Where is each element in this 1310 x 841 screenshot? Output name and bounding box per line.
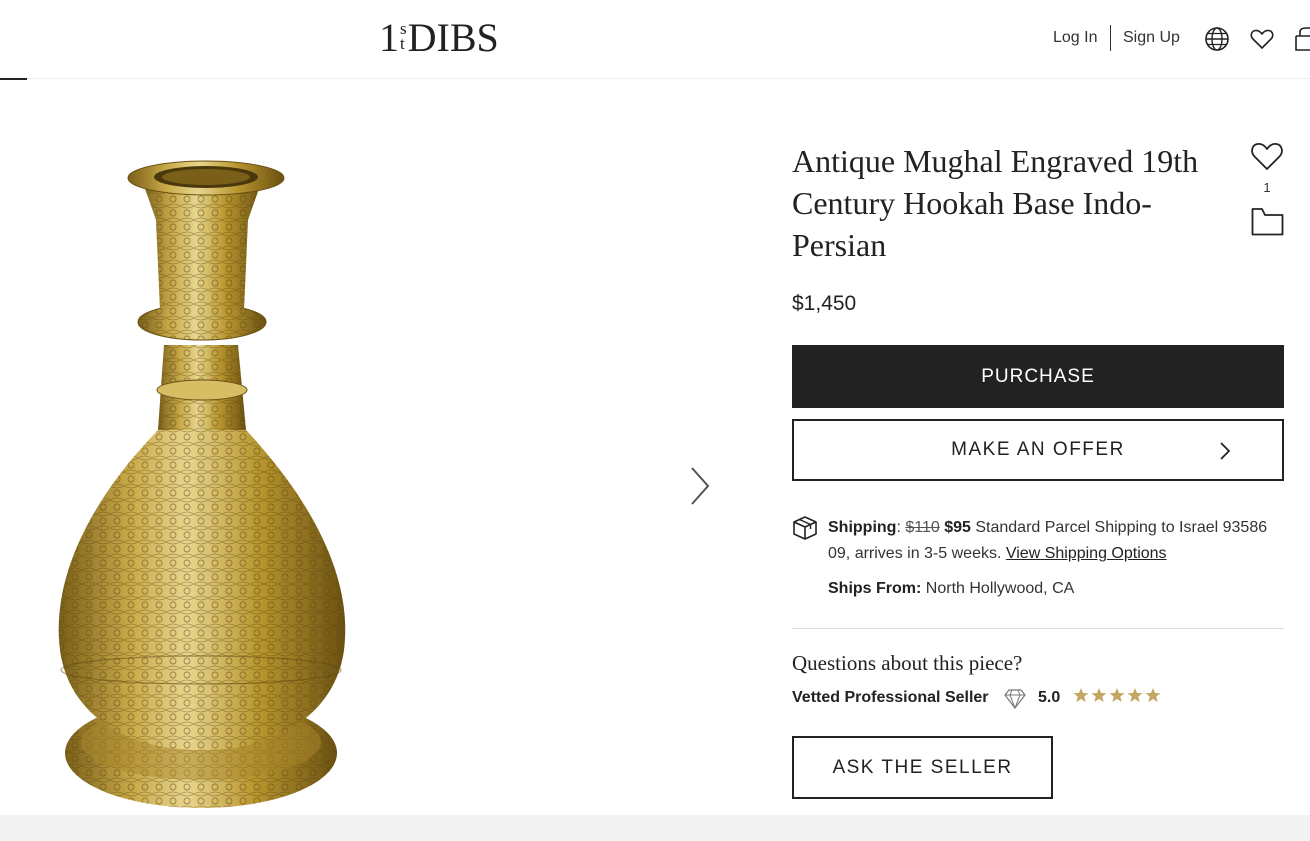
globe-icon[interactable] <box>1204 26 1230 52</box>
product-price: $1,450 <box>792 292 857 315</box>
shipping-new-price: $95 <box>944 519 971 536</box>
logo-prefix: 1 <box>379 15 399 60</box>
star-icon <box>1109 688 1125 702</box>
star-icon <box>1145 688 1161 702</box>
ask-seller-button[interactable]: ASK THE SELLER <box>792 736 1053 799</box>
questions-heading: Questions about this piece? <box>792 651 1023 675</box>
ships-from-value: North Hollywood, CA <box>925 580 1075 597</box>
heart-icon[interactable] <box>1249 26 1275 52</box>
bottom-bar <box>0 815 1310 841</box>
logo-superscript: s t <box>400 19 407 53</box>
view-shipping-options-link[interactable]: View Shipping Options <box>1006 545 1167 562</box>
diamond-icon <box>1004 689 1026 710</box>
shipping-colon: : <box>896 519 901 536</box>
site-header: 1 s t DIBS Log In Sign Up <box>0 0 1310 80</box>
shipping-label: Shipping <box>828 519 897 536</box>
section-divider <box>792 628 1284 629</box>
signup-link[interactable]: Sign Up <box>1123 29 1180 47</box>
next-image-arrow[interactable] <box>686 466 712 506</box>
make-offer-button[interactable]: MAKE AN OFFER <box>792 419 1284 481</box>
ships-from-label: Ships From: <box>828 580 922 597</box>
bag-icon[interactable] <box>1294 26 1310 52</box>
star-icon <box>1127 688 1143 702</box>
product-title: Antique Mughal Engraved 19th Century Hoo… <box>792 143 1199 263</box>
chevron-right-icon <box>1220 442 1231 460</box>
favorite-count: 1 <box>1263 180 1271 195</box>
folder-icon[interactable] <box>1251 207 1284 236</box>
shipping-old-price: $110 <box>905 519 940 536</box>
nav-divider <box>1110 25 1111 51</box>
product-image[interactable] <box>40 150 370 812</box>
shipping-box-icon <box>793 516 817 540</box>
star-icon <box>1073 688 1089 702</box>
login-link[interactable]: Log In <box>1053 29 1097 47</box>
vetted-seller-label: Vetted Professional Seller <box>792 689 989 706</box>
favorite-heart-icon[interactable] <box>1250 140 1284 172</box>
star-icon <box>1091 688 1107 702</box>
seller-rating: 5.0 <box>1038 689 1061 706</box>
make-offer-label: MAKE AN OFFER <box>951 439 1125 460</box>
rating-stars <box>1073 687 1161 703</box>
site-logo[interactable]: 1 s t DIBS <box>379 18 499 58</box>
nav-active-indicator <box>0 78 27 80</box>
purchase-button[interactable]: PURCHASE <box>792 345 1284 408</box>
ships-from: Ships From: North Hollywood, CA <box>828 580 1074 598</box>
shipping-info: Shipping: $110 $95 Standard Parcel Shipp… <box>828 515 1268 567</box>
logo-suffix: DIBS <box>407 15 499 60</box>
